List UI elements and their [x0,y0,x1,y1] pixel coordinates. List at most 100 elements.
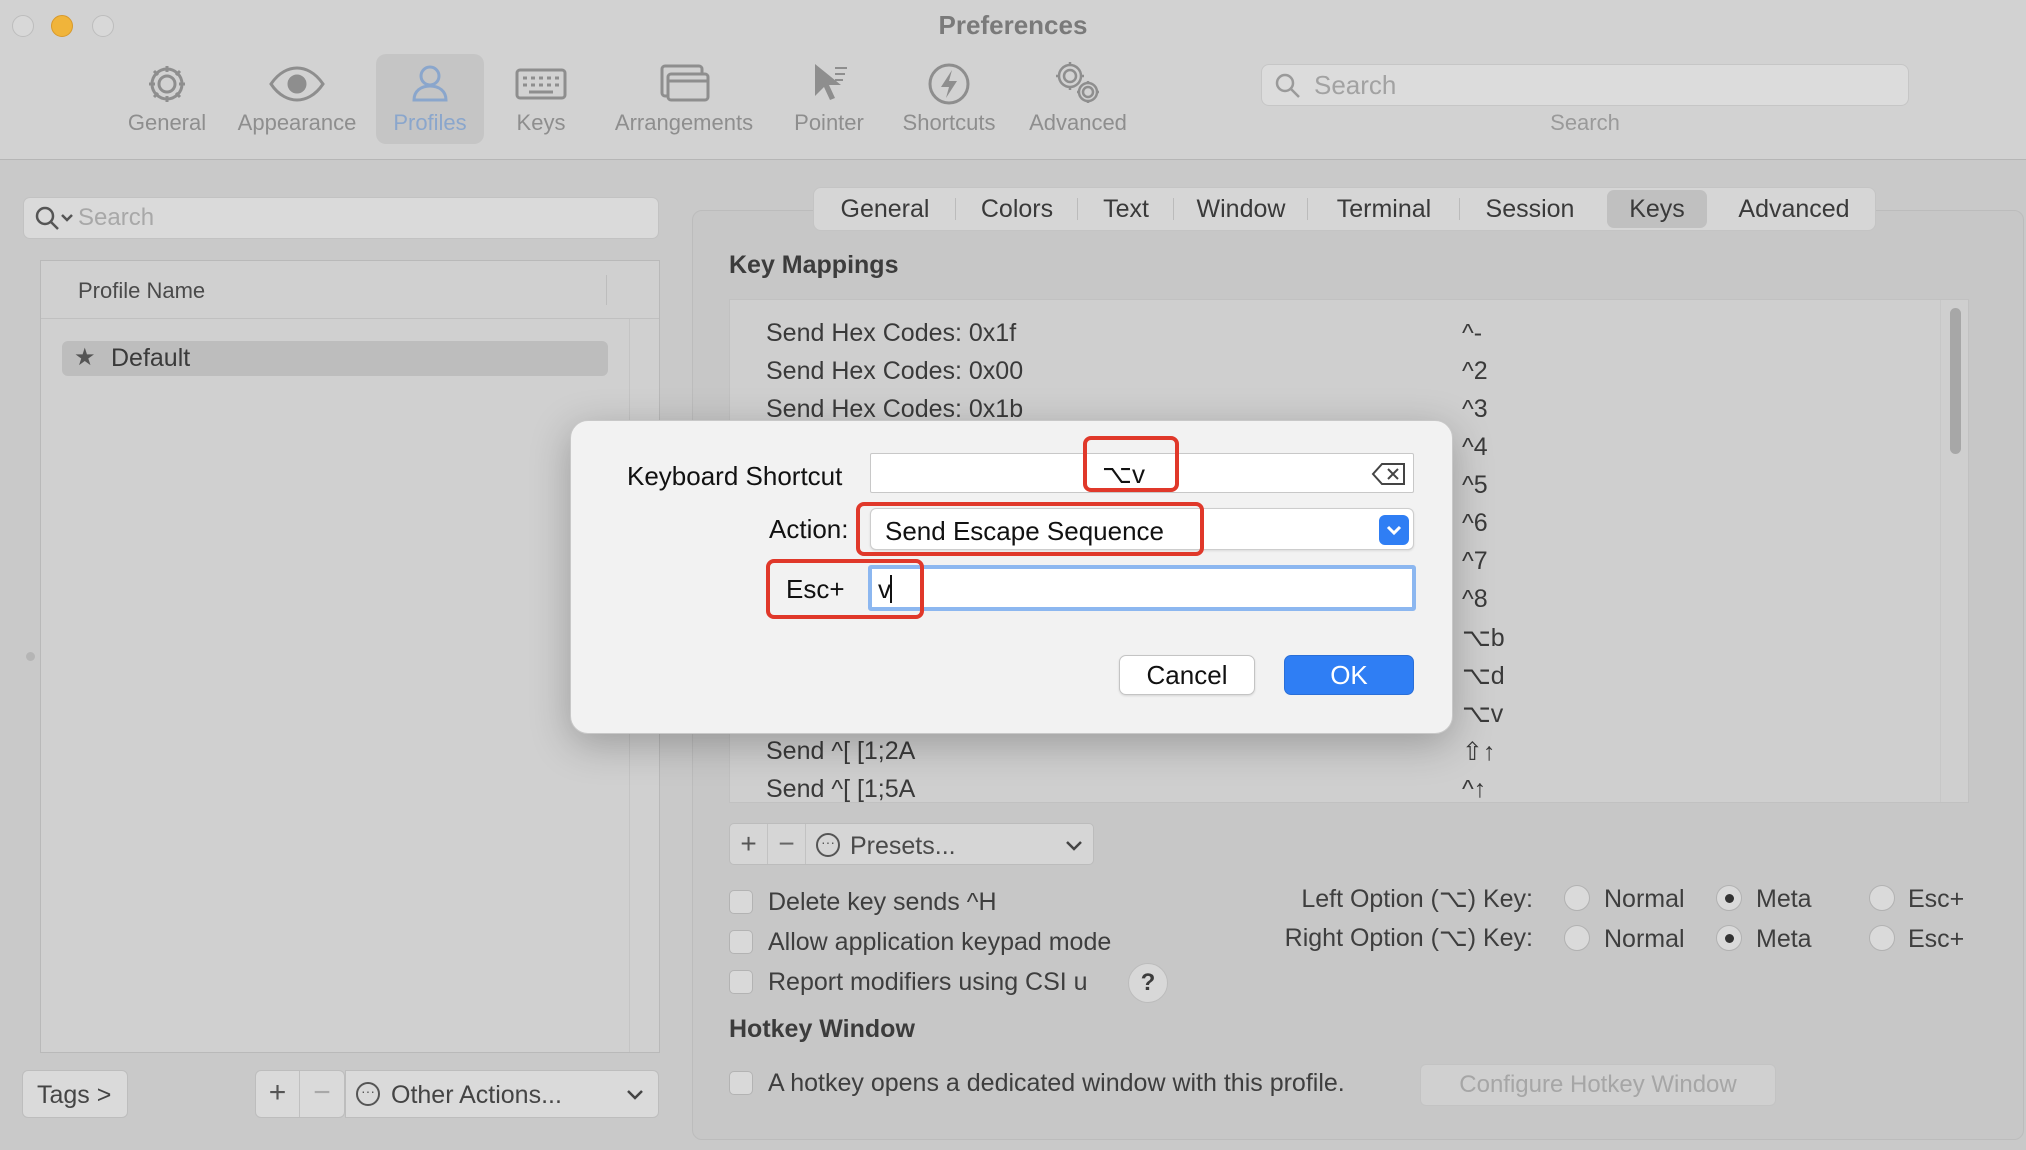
mapping-action: Send ^[ [1;2A [766,737,916,765]
toolbar-label: Arrangements [614,110,754,135]
left-option-key-label: Left Option (⌥) Key: [1301,885,1533,913]
chevron-down-icon [627,1090,643,1100]
checkbox-label: A hotkey opens a dedicated window with t… [768,1069,1345,1097]
mapping-key: ^3 [1462,395,1488,423]
mapping-key: ⇧↑ [1462,738,1496,766]
toolbar-shortcuts[interactable]: Shortcuts [894,54,1004,144]
split-handle[interactable] [26,652,35,661]
mapping-key: ⌥b [1462,624,1505,652]
mapping-key: ^4 [1462,433,1488,461]
search-icon [1275,73,1300,98]
tab-colors[interactable]: Colors [956,188,1078,230]
tab-session[interactable]: Session [1460,188,1600,230]
scrollbar-thumb[interactable] [1950,308,1961,454]
clear-shortcut-icon[interactable] [1371,461,1407,487]
checkbox[interactable] [729,890,753,914]
tab-text[interactable]: Text [1078,188,1174,230]
toolbar-keys[interactable]: Keys [505,54,577,144]
text-caret [890,575,892,603]
toolbar-label: Keys [516,110,566,135]
gear-icon [149,66,185,102]
other-actions-dropdown[interactable]: ··· Other Actions... [345,1070,659,1118]
keyboard-shortcut-field[interactable]: ⌥v [870,453,1414,493]
tags-button[interactable]: Tags > [22,1070,128,1118]
remove-mapping-button[interactable]: − [768,824,806,864]
toolbar-search-input[interactable] [1314,65,1894,105]
escape-sequence-input[interactable]: v [868,565,1416,611]
mapping-key: ^- [1462,319,1483,347]
profile-search-input[interactable] [78,198,638,238]
left-option-meta-radio[interactable] [1716,885,1742,911]
popup-arrow-button[interactable] [1379,515,1409,545]
profile-add-remove-group: + − [255,1070,345,1118]
add-mapping-button[interactable]: + [730,824,768,864]
key-mapping-row[interactable]: Send ^[ [1;2A ⇧↑ [730,731,1940,769]
checkbox[interactable] [729,1071,753,1095]
profile-row[interactable]: ★ Default [62,341,608,376]
gears-icon [1056,62,1099,103]
radio-label: Meta [1756,925,1812,953]
lightning-icon [928,63,970,105]
profile-search[interactable] [23,197,659,239]
action-popup[interactable]: Send Escape Sequence [870,508,1414,550]
tab-advanced[interactable]: Advanced [1714,188,1874,230]
toolbar-appearance[interactable]: Appearance [231,54,363,144]
profile-name-column-header[interactable]: Profile Name [78,278,205,304]
star-icon: ★ [74,344,96,371]
mapping-key: ^2 [1462,357,1488,385]
toolbar-search[interactable] [1261,64,1909,106]
checkbox[interactable] [729,970,753,994]
add-profile-button[interactable]: + [256,1071,300,1117]
toolbar-profiles[interactable]: Profiles [376,54,484,144]
tab-window[interactable]: Window [1174,188,1308,230]
toolbar: Preferences General Appearance Profiles … [0,0,2026,160]
right-option-meta-radio[interactable] [1716,925,1742,951]
remove-profile-button[interactable]: − [300,1071,344,1117]
mapping-key: ^7 [1462,547,1488,575]
left-option-esc-radio[interactable] [1869,885,1895,911]
tab-keys[interactable]: Keys [1607,190,1707,228]
checkbox[interactable] [729,930,753,954]
mapping-key: ⌥d [1462,662,1505,690]
left-option-normal-radio[interactable] [1564,885,1590,911]
tab-general[interactable]: General [814,188,956,230]
keyboard-shortcut-label: Keyboard Shortcut [627,461,843,491]
checkbox-label: Delete key sends ^H [768,888,997,916]
toolbar-arrangements[interactable]: Arrangements [606,54,762,144]
toolbar-advanced[interactable]: Advanced [1026,54,1130,144]
action-value: Send Escape Sequence [885,516,1164,546]
shortcut-value: ⌥v [1102,459,1145,489]
radio-label: Normal [1604,925,1685,953]
cancel-button[interactable]: Cancel [1119,655,1255,695]
ok-button[interactable]: OK [1284,655,1414,695]
tags-button-label: Tags > [37,1081,112,1109]
radio-label: Esc+ [1908,925,1965,953]
toolbar-label: Shortcuts [902,110,996,135]
right-option-esc-radio[interactable] [1869,925,1895,951]
tab-terminal[interactable]: Terminal [1308,188,1460,230]
mapping-action: Send Hex Codes: 0x1f [766,319,1017,347]
esc-plus-label: Esc+ [786,574,845,604]
profile-table-header: Profile Name [41,261,659,319]
toolbar-label: General [127,110,207,135]
mapping-action: Send Hex Codes: 0x00 [766,357,1024,385]
key-mapping-row[interactable]: Send Hex Codes: 0x1f ^- [730,313,1940,351]
window-arrangement-icon [660,64,710,102]
key-mappings-heading: Key Mappings [729,251,899,279]
toolbar-label: Profiles [393,110,467,135]
presets-dropdown[interactable]: Presets... [850,832,956,861]
right-option-key-label: Right Option (⌥) Key: [1284,924,1533,952]
key-mapping-row[interactable]: Send ^[ [1;5A ^↑ [730,769,1940,803]
key-mapping-row[interactable]: Send Hex Codes: 0x00 ^2 [730,351,1940,389]
toolbar-general[interactable]: General [117,54,217,144]
edit-key-mapping-dialog: Keyboard Shortcut ⌥v Action: Send Escape… [570,420,1453,734]
configure-hotkey-window-button[interactable]: Configure Hotkey Window [1420,1064,1776,1106]
ellipsis-circle-icon: ··· [816,833,840,857]
action-label: Action: [769,514,849,544]
toolbar-pointer[interactable]: Pointer [789,54,869,144]
right-option-normal-radio[interactable] [1564,925,1590,951]
mapping-action: Send ^[ [1;5A [766,775,916,803]
key-mappings-scrollbar[interactable] [1940,300,1968,802]
other-actions-label: Other Actions... [391,1081,562,1109]
help-button[interactable]: ? [1128,963,1168,1003]
